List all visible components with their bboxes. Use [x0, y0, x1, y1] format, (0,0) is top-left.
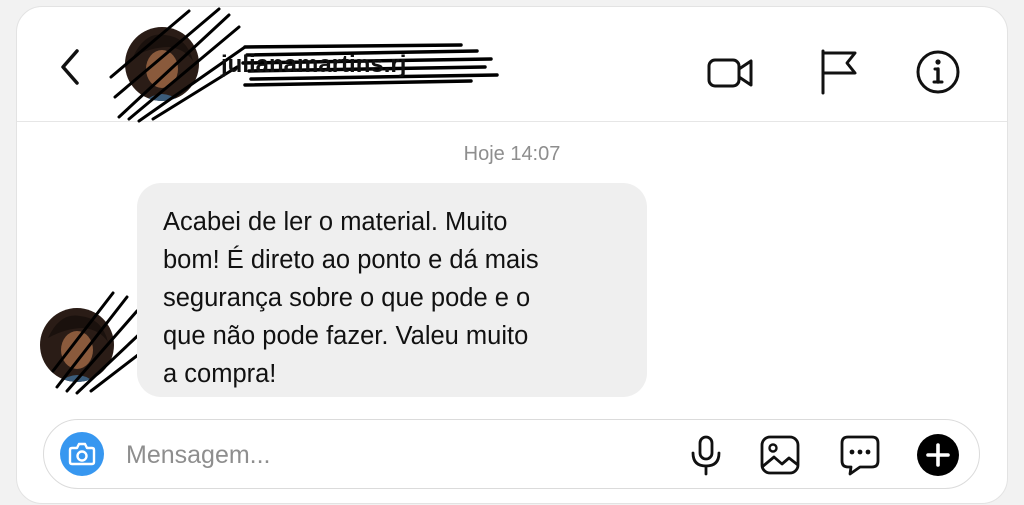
chat-header: julianamartins.rj [17, 7, 1007, 123]
video-camera-icon [707, 58, 753, 88]
plus-icon [917, 434, 959, 476]
sticker-button[interactable] [838, 433, 882, 477]
flag-icon [821, 49, 857, 95]
message-line: que não pode fazer. Valeu muito [163, 322, 529, 350]
message-line: segurança sobre o que pode e o [163, 284, 531, 312]
message-timestamp: Hoje 14:07 [463, 143, 561, 165]
more-options-button[interactable] [916, 433, 960, 477]
message-line: a compra! [163, 360, 277, 388]
message-line: bom! É direto ao ponto e dá mais [163, 246, 539, 274]
report-button[interactable] [815, 47, 865, 97]
back-button[interactable] [51, 41, 91, 93]
message-line: Acabei de ler o material. Muito [163, 208, 508, 236]
gallery-button[interactable] [758, 433, 802, 477]
username-text: julianamartins.rj [221, 51, 407, 78]
sticker-icon [840, 435, 880, 476]
microphone-icon [691, 435, 721, 476]
info-icon [916, 50, 960, 94]
camera-icon [68, 442, 96, 466]
chevron-left-icon [61, 49, 79, 85]
image-icon [760, 435, 800, 475]
conversation-info-button[interactable] [913, 47, 963, 97]
voice-message-button[interactable] [684, 433, 728, 477]
camera-button[interactable] [60, 432, 104, 476]
video-call-button[interactable] [705, 47, 755, 97]
chat-window: julianamartins.rj Hoje 14:07 Acabei de l… [16, 6, 1008, 504]
contact-username[interactable]: julianamartins.rj [221, 51, 406, 79]
message-input[interactable] [126, 438, 646, 472]
message-bubble[interactable]: Acabei de ler o material. Muito bom! É d… [137, 183, 647, 397]
message-composer [43, 419, 980, 489]
